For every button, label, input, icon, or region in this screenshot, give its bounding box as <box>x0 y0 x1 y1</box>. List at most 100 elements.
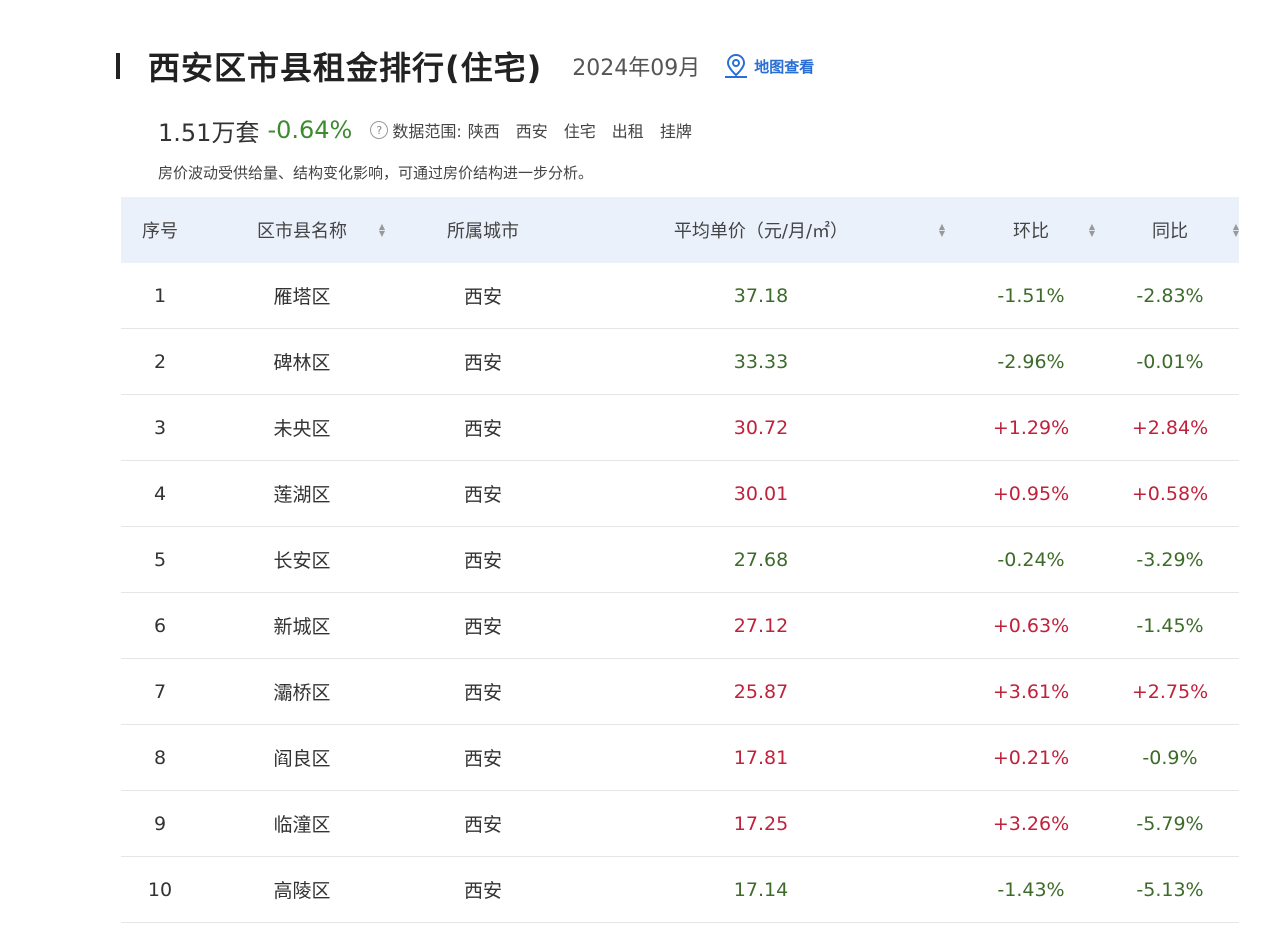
cell-mom: +1.29% <box>992 416 1070 439</box>
report-date: 2024年09月 <box>572 56 701 81</box>
cell-city: 西安 <box>463 616 502 638</box>
cell-district: 灞桥区 <box>273 682 331 704</box>
cell-yoy: +2.75% <box>1131 680 1209 703</box>
header-district[interactable]: 区市县名称 ▲ ▼ <box>199 197 405 263</box>
sort-icon[interactable]: ▲ ▼ <box>939 223 945 238</box>
scope-label: 数据范围: <box>392 122 462 141</box>
cell-district: 长安区 <box>273 550 331 572</box>
cell-rank: 7 <box>153 680 167 703</box>
table-row[interactable]: 7 灞桥区 西安 25.87 +3.61% +2.75% <box>121 659 1239 725</box>
cell-price: 17.25 <box>733 812 789 835</box>
cell-rank: 8 <box>153 746 167 769</box>
cell-city: 西安 <box>463 484 502 506</box>
table-header: 序号 区市县名称 ▲ ▼ 所属城市 平均单价（元/月/㎡） ▲ ▼ 环比 ▲ ▼ 同比… <box>121 197 1239 263</box>
listing-change: -0.64% <box>267 116 353 144</box>
summary: 1.51万套 -0.64% ? 数据范围: 陕西 西安 住宅 出租 挂牌 <box>158 110 692 150</box>
scope-item-city: 西安 <box>515 122 548 141</box>
cell-price: 17.81 <box>733 746 789 769</box>
page: 西安区市县租金排行(住宅) 2024年09月 地图查看 1.51万套 -0.64… <box>0 0 1270 932</box>
cell-price: 17.14 <box>733 878 789 901</box>
cell-mom: -0.24% <box>997 548 1065 571</box>
sort-icon[interactable]: ▲ ▼ <box>1089 223 1095 238</box>
table-row[interactable]: 6 新城区 西安 27.12 +0.63% -1.45% <box>121 593 1239 659</box>
cell-city: 西安 <box>463 814 502 836</box>
sort-icon[interactable]: ▲ ▼ <box>379 223 385 238</box>
table-row[interactable]: 8 阎良区 西安 17.81 +0.21% -0.9% <box>121 725 1239 791</box>
scope-item-source: 挂牌 <box>659 122 692 141</box>
cell-price: 27.68 <box>733 548 789 571</box>
header-mom-label: 环比 <box>1013 221 1049 242</box>
cell-city: 西安 <box>463 880 502 902</box>
cell-district: 临潼区 <box>273 814 331 836</box>
cell-mom: +0.21% <box>992 746 1070 769</box>
table-row[interactable]: 10 高陵区 西安 17.14 -1.43% -5.13% <box>121 857 1239 923</box>
table-body: 1 雁塔区 西安 37.18 -1.51% -2.83% 2 碑林区 西安 33.33 -2.96%… <box>121 263 1239 923</box>
cell-price: 37.18 <box>733 284 789 307</box>
cell-yoy: -3.29% <box>1136 548 1204 571</box>
cell-mom: +3.61% <box>992 680 1070 703</box>
cell-city: 西安 <box>463 682 502 704</box>
scope-item-type: 住宅 <box>563 122 596 141</box>
cell-rank: 5 <box>153 548 167 571</box>
cell-rank: 3 <box>153 416 167 439</box>
cell-city: 西安 <box>463 418 502 440</box>
scope-item-mode: 出租 <box>611 122 644 141</box>
cell-district: 莲湖区 <box>273 484 331 506</box>
cell-yoy: -2.83% <box>1136 284 1204 307</box>
table-row[interactable]: 5 长安区 西安 27.68 -0.24% -3.29% <box>121 527 1239 593</box>
help-icon[interactable]: ? <box>370 121 389 139</box>
listing-count: 1.51万套 <box>158 118 260 147</box>
cell-yoy: -5.79% <box>1136 812 1204 835</box>
map-pin-icon <box>725 53 748 78</box>
header-yoy-label: 同比 <box>1152 221 1188 242</box>
cell-mom: +0.95% <box>992 482 1070 505</box>
page-title: 西安区市县租金排行(住宅) <box>148 49 543 87</box>
cell-yoy: -0.9% <box>1142 746 1198 769</box>
title-accent-bar <box>116 53 120 79</box>
cell-district: 新城区 <box>273 616 331 638</box>
header-price-label: 平均单价（元/月/㎡） <box>673 221 849 242</box>
cell-district: 碑林区 <box>273 352 331 374</box>
table-row[interactable]: 2 碑林区 西安 33.33 -2.96% -0.01% <box>121 329 1239 395</box>
cell-rank: 6 <box>153 614 167 637</box>
cell-yoy: -0.01% <box>1136 350 1204 373</box>
table-row[interactable]: 1 雁塔区 西安 37.18 -1.51% -2.83% <box>121 263 1239 329</box>
ranking-table: 序号 区市县名称 ▲ ▼ 所属城市 平均单价（元/月/㎡） ▲ ▼ 环比 ▲ ▼ 同比… <box>121 197 1239 923</box>
cell-price: 30.72 <box>733 416 789 439</box>
sort-icon[interactable]: ▲ ▼ <box>1233 223 1239 238</box>
header-district-label: 区市县名称 <box>257 221 347 242</box>
header-price[interactable]: 平均单价（元/月/㎡） ▲ ▼ <box>561 197 961 263</box>
cell-mom: -1.43% <box>997 878 1065 901</box>
cell-city: 西安 <box>463 748 502 770</box>
cell-city: 西安 <box>463 286 502 308</box>
cell-district: 未央区 <box>273 418 331 440</box>
header-rank: 序号 <box>121 197 199 263</box>
cell-mom: +0.63% <box>992 614 1070 637</box>
map-view-label[interactable]: 地图查看 <box>754 56 814 77</box>
map-view-link[interactable]: 地图查看 <box>722 53 814 79</box>
cell-mom: -2.96% <box>997 350 1065 373</box>
cell-price: 25.87 <box>733 680 789 703</box>
analysis-note: 房价波动受供给量、结构变化影响，可通过房价结构进一步分析。 <box>158 164 594 182</box>
cell-yoy: +0.58% <box>1131 482 1209 505</box>
table-row[interactable]: 9 临潼区 西安 17.25 +3.26% -5.79% <box>121 791 1239 857</box>
table-row[interactable]: 4 莲湖区 西安 30.01 +0.95% +0.58% <box>121 461 1239 527</box>
cell-price: 27.12 <box>733 614 789 637</box>
cell-district: 高陵区 <box>273 880 331 902</box>
header: 西安区市县租金排行(住宅) 2024年09月 地图查看 <box>116 40 814 92</box>
cell-yoy: +2.84% <box>1131 416 1209 439</box>
header-city: 所属城市 <box>405 197 561 263</box>
header-city-label: 所属城市 <box>447 221 519 242</box>
cell-yoy: -5.13% <box>1136 878 1204 901</box>
header-mom[interactable]: 环比 ▲ ▼ <box>961 197 1101 263</box>
header-rank-label: 序号 <box>142 221 178 242</box>
table-row[interactable]: 3 未央区 西安 30.72 +1.29% +2.84% <box>121 395 1239 461</box>
cell-district: 阎良区 <box>273 748 331 770</box>
cell-rank: 10 <box>147 878 173 901</box>
cell-price: 33.33 <box>733 350 789 373</box>
header-yoy[interactable]: 同比 ▲ ▼ <box>1101 197 1239 263</box>
cell-district: 雁塔区 <box>273 286 331 308</box>
cell-mom: +3.26% <box>992 812 1070 835</box>
cell-city: 西安 <box>463 352 502 374</box>
cell-city: 西安 <box>463 550 502 572</box>
